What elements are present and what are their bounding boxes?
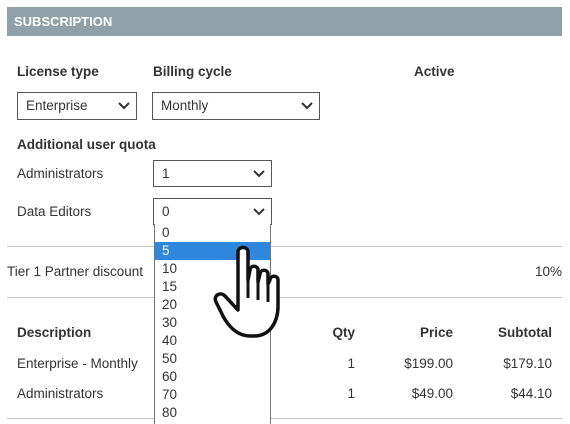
divider [7,418,562,419]
table-header-subtotal: Subtotal [498,325,552,340]
dropdown-option[interactable]: 50 [155,350,270,368]
license-type-label: License type [17,64,99,79]
section-header: SUBSCRIPTION [7,7,562,36]
license-type-select[interactable]: Enterprise [17,92,137,120]
active-label: Active [414,64,455,79]
row-price: $199.00 [404,356,453,371]
row-description: Administrators [17,386,104,401]
administrators-select[interactable]: 1 [153,160,272,187]
dropdown-option[interactable]: 80 [155,404,270,422]
billing-cycle-select[interactable]: Monthly [152,92,320,120]
table-header-qty: Qty [332,325,355,340]
additional-user-quota-label: Additional user quota [17,137,156,152]
chevron-down-icon [118,93,130,119]
chevron-down-icon [301,93,313,119]
table-header-description: Description [17,325,92,340]
row-qty: 1 [347,356,355,371]
data-editors-select[interactable]: 0 [153,198,272,225]
administrators-label: Administrators [17,166,104,181]
data-editors-value: 0 [162,204,170,219]
discount-label: Tier 1 Partner discount [7,264,144,279]
data-editors-label: Data Editors [17,204,92,219]
administrators-value: 1 [162,166,170,181]
discount-value: 10% [534,264,562,279]
row-subtotal: $44.10 [510,386,552,401]
dropdown-option[interactable]: 0 [155,224,270,242]
table-header-price: Price [419,325,453,340]
billing-cycle-value: Monthly [161,98,209,113]
row-subtotal: $179.10 [503,356,552,371]
row-qty: 1 [347,386,355,401]
chevron-down-icon [253,161,265,187]
dropdown-option[interactable]: 70 [155,386,270,404]
dropdown-option[interactable]: 60 [155,368,270,386]
billing-cycle-label: Billing cycle [153,64,232,79]
license-type-value: Enterprise [26,98,88,113]
row-price: $49.00 [411,386,453,401]
row-description: Enterprise - Monthly [17,356,138,371]
chevron-down-icon [253,199,265,225]
hand-pointer-icon [212,244,292,344]
